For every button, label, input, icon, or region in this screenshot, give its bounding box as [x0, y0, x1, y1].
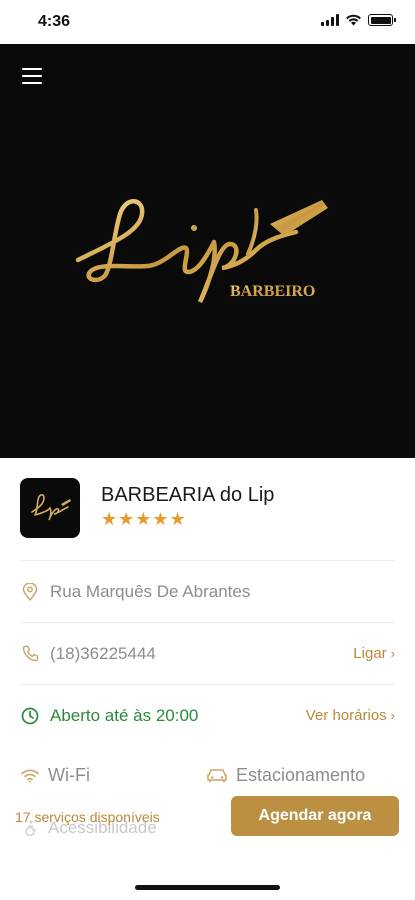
status-icons: [321, 14, 396, 26]
wifi-icon: [21, 769, 39, 783]
shop-name: BARBEARIA do Lip: [101, 484, 275, 506]
status-time: 4:36: [38, 13, 71, 30]
phone-row: (18)36225444 Ligar ›: [20, 622, 395, 684]
shop-avatar-logo: [31, 494, 71, 521]
wifi-status-icon: [346, 14, 361, 26]
shop-header: BARBEARIA do Lip ★★★★★: [20, 478, 395, 540]
amenity-parking: Estacionamento: [206, 765, 365, 786]
hero-logo: BARBEIRO: [75, 199, 328, 304]
signal-icon: [321, 14, 339, 26]
clock-icon: [20, 706, 40, 726]
hero-logo-subtitle: BARBEIRO: [230, 283, 315, 300]
call-link[interactable]: Ligar ›: [353, 645, 395, 662]
amenity-label: Estacionamento: [236, 764, 366, 785]
chevron-right-icon: ›: [390, 646, 395, 661]
address-row[interactable]: Rua Marquês De Abrantes: [20, 560, 395, 622]
location-pin-icon: [20, 582, 40, 602]
bottom-action-bar: Acessibilidade 17 serviços disponíveis A…: [0, 794, 415, 844]
open-status: Aberto até às 20:00: [50, 705, 199, 725]
hero-banner: BARBEIRO: [0, 44, 415, 458]
amenity-wifi: Wi-Fi: [20, 765, 90, 786]
book-now-button[interactable]: Agendar agora: [231, 796, 399, 836]
chevron-right-icon: ›: [390, 708, 395, 723]
menu-icon[interactable]: [22, 68, 42, 84]
services-count[interactable]: 17 serviços disponíveis: [15, 809, 160, 825]
call-link-label: Ligar: [353, 645, 387, 662]
phone-icon: [20, 644, 40, 664]
view-hours-link[interactable]: Ver horários ›: [306, 707, 395, 724]
hours-row: Aberto até às 20:00 Ver horários ›: [20, 684, 395, 746]
car-icon: [207, 769, 227, 783]
rating-stars: ★★★★★: [101, 509, 187, 529]
amenities: Wi-Fi Estacionamento: [20, 755, 395, 795]
address-text: Rua Marquês De Abrantes: [50, 581, 251, 601]
amenity-label: Wi-Fi: [48, 764, 90, 785]
battery-icon: [368, 14, 396, 26]
phone-number: (18)36225444: [50, 643, 156, 663]
shop-avatar: [20, 478, 80, 538]
status-bar: 4:36: [0, 0, 415, 44]
home-indicator: [135, 885, 280, 890]
view-hours-label: Ver horários: [305, 707, 387, 724]
